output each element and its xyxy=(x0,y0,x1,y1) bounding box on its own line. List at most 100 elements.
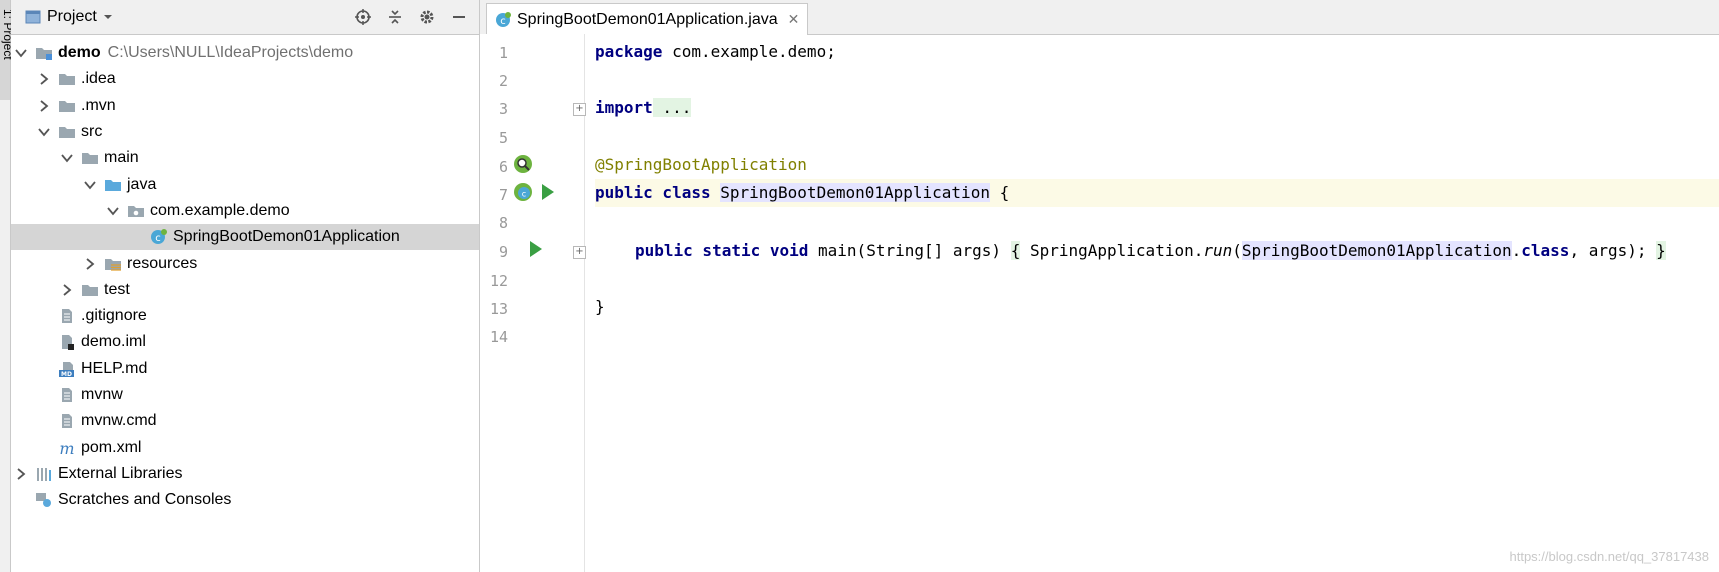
tree-item[interactable]: c SpringBootDemon01Application xyxy=(11,224,479,251)
tree-item[interactable]: mvnw xyxy=(11,382,479,408)
chevron-down-icon xyxy=(103,15,112,19)
project-tree: demo C:\Users\NULL\IdeaProjects\demo .idea… xyxy=(11,40,479,513)
file-icon xyxy=(58,413,76,429)
line-number: 3 xyxy=(498,100,508,118)
watermark: https://blog.csdn.net/qq_37817438 xyxy=(1509,549,1710,564)
line-number: 12 xyxy=(489,272,508,290)
chevron-right-icon[interactable] xyxy=(13,466,29,482)
editor-tab[interactable]: c SpringBootDemon01Application.java ✕ xyxy=(486,3,809,35)
scratches-icon xyxy=(35,492,53,508)
package-icon xyxy=(127,203,145,219)
tree-item[interactable]: com.example.demo xyxy=(11,198,479,224)
chevron-right-icon[interactable] xyxy=(36,98,52,114)
iml-file-icon xyxy=(58,334,76,351)
svg-text:m: m xyxy=(59,440,74,456)
chevron-down-icon[interactable] xyxy=(105,203,121,219)
tree-item[interactable]: m pom.xml xyxy=(11,434,479,460)
svg-text:c: c xyxy=(155,233,161,244)
file-icon xyxy=(58,308,76,324)
tree-item-label: resources xyxy=(127,254,198,272)
line-number: 13 xyxy=(489,300,508,318)
editor-area: c SpringBootDemon01Application.java ✕ 1 … xyxy=(480,0,1719,572)
project-icon xyxy=(25,10,41,24)
project-tool-button[interactable]: 1: Project xyxy=(0,0,15,100)
tree-item-label: test xyxy=(104,280,130,298)
spring-class-icon: c xyxy=(496,11,511,27)
spring-bean-search-icon[interactable] xyxy=(513,154,533,174)
code-line-1: package com.example.demo; xyxy=(595,42,836,61)
module-folder-icon xyxy=(35,45,53,61)
chevron-down-icon[interactable] xyxy=(36,124,52,140)
tree-item-label: mvnw.cmd xyxy=(81,412,157,430)
run-icon[interactable] xyxy=(540,183,556,201)
project-view-selector[interactable]: Project xyxy=(25,8,113,26)
line-number: 9 xyxy=(498,243,508,261)
code-line-3: import ... xyxy=(595,98,692,117)
fold-expand-icon[interactable]: + xyxy=(573,246,586,259)
markdown-file-icon: MD xyxy=(58,361,76,377)
spring-class-icon: c xyxy=(150,229,168,245)
tree-item-label: Scratches and Consoles xyxy=(58,491,232,509)
editor-tab-bar: c SpringBootDemon01Application.java ✕ xyxy=(480,0,1719,35)
tree-item[interactable]: resources xyxy=(11,250,479,276)
chevron-down-icon[interactable] xyxy=(82,177,98,193)
chevron-down-icon[interactable] xyxy=(13,45,29,61)
fold-expand-icon[interactable]: + xyxy=(573,103,586,116)
line-number: 6 xyxy=(498,158,508,176)
tree-item-label: src xyxy=(81,123,103,141)
locate-target-icon[interactable] xyxy=(353,7,373,27)
folder-icon xyxy=(81,150,99,166)
tree-item[interactable]: src xyxy=(11,119,479,145)
tool-window-strip: 1: Project xyxy=(0,0,15,572)
maven-file-icon: m xyxy=(58,440,76,456)
tree-item[interactable]: .idea xyxy=(11,66,479,92)
svg-text:c: c xyxy=(500,16,506,27)
spring-bean-class-icon[interactable]: c xyxy=(513,182,533,202)
tree-item-label: demo xyxy=(58,44,101,62)
code-area[interactable]: package com.example.demo; import ... @Sp… xyxy=(595,34,1719,572)
tree-item-label: External Libraries xyxy=(58,464,183,482)
chevron-right-icon[interactable] xyxy=(36,71,52,87)
code-line-7: public class SpringBootDemon01Applicatio… xyxy=(595,183,1010,202)
tree-item[interactable]: Scratches and Consoles xyxy=(11,487,479,513)
project-panel-title: Project xyxy=(47,8,97,25)
tree-item-path: C:\Users\NULL\IdeaProjects\demo xyxy=(107,44,354,62)
file-icon xyxy=(58,387,76,403)
tree-item[interactable]: demo C:\Users\NULL\IdeaProjects\demo xyxy=(11,40,479,66)
tree-item-label: .mvn xyxy=(81,96,116,114)
tree-item[interactable]: main xyxy=(11,145,479,171)
line-number: 1 xyxy=(498,44,508,62)
svg-text:c: c xyxy=(522,190,526,199)
line-number: 2 xyxy=(498,72,508,90)
tree-item[interactable]: External Libraries xyxy=(11,461,479,487)
run-icon[interactable] xyxy=(528,240,544,258)
tree-item[interactable]: demo.iml xyxy=(11,329,479,355)
tree-item[interactable]: java xyxy=(11,171,479,197)
collapse-all-icon[interactable] xyxy=(385,7,405,27)
chevron-right-icon[interactable] xyxy=(82,256,98,272)
folder-icon xyxy=(58,98,76,114)
source-folder-icon xyxy=(104,177,122,193)
tree-item-label: SpringBootDemon01Application xyxy=(173,228,400,246)
minimize-icon[interactable] xyxy=(449,7,469,27)
line-number: 8 xyxy=(498,214,508,232)
tree-item-label: java xyxy=(127,175,157,193)
close-icon[interactable]: ✕ xyxy=(788,11,800,28)
folder-icon xyxy=(58,124,76,140)
tree-item-label: mvnw xyxy=(81,386,123,403)
tree-item[interactable]: mvnw.cmd xyxy=(11,408,479,434)
project-panel-header: Project xyxy=(11,0,479,35)
tree-item[interactable]: .mvn xyxy=(11,93,479,119)
tree-item[interactable]: MD HELP.md xyxy=(11,356,479,382)
tree-item-label: main xyxy=(104,149,139,167)
project-panel: Project demo C:\Users\NULL\IdeaProjects\d… xyxy=(11,0,480,572)
tree-item-label: .gitignore xyxy=(81,307,147,325)
gear-icon[interactable] xyxy=(417,7,437,27)
chevron-right-icon[interactable] xyxy=(59,282,75,298)
chevron-down-icon[interactable] xyxy=(59,150,75,166)
tree-item-label: demo.iml xyxy=(81,333,146,351)
folded-imports[interactable]: ... xyxy=(652,98,692,117)
editor-gutter: 1 2 3 5 6 7 8 9 12 13 14 c xyxy=(480,34,585,572)
tree-item[interactable]: test xyxy=(11,277,479,303)
tree-item[interactable]: .gitignore xyxy=(11,303,479,329)
